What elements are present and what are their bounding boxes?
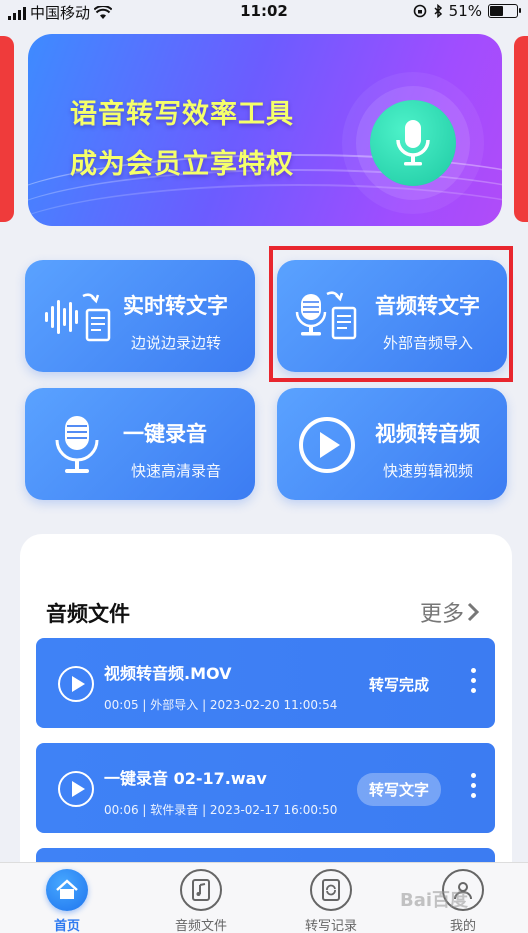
more-link[interactable]: 更多 [420,596,480,628]
status-label: 转写完成 [369,676,430,694]
banner-prev-peek[interactable] [0,36,14,222]
banner-subline: 成为会员立享特权 [70,149,294,180]
transcribe-button[interactable]: 转写文字 [357,773,442,806]
one-click-record-card[interactable]: 一键录音 快速高清录音 [25,388,255,500]
membership-banner[interactable]: 语音转写效率工具 成为会员立享特权 [28,34,502,226]
microphone-icon [370,100,456,186]
file-name: 视频转音频.MOV [104,664,232,683]
home-icon [46,869,88,911]
battery-percent: 51% [448,2,482,20]
play-icon[interactable] [58,666,94,702]
card-title: 实时转文字 [123,294,228,318]
card-subtitle: 边说边录边转 [131,334,222,352]
file-meta: 00:05 | 外部导入 | 2023-02-20 11:00:54 [104,698,338,712]
card-title: 一键录音 [123,422,207,446]
banner-next-peek[interactable] [514,36,528,222]
banner-headline: 语音转写效率工具 [70,99,294,130]
refresh-document-icon [310,869,352,911]
audio-file-icon [180,869,222,911]
more-label: 更多 [419,602,464,627]
play-icon[interactable] [58,771,94,807]
card-title: 音频转文字 [375,294,480,318]
card-subtitle: 快速剪辑视频 [383,462,474,480]
list-item[interactable]: 一键录音 02-17.wav 00:06 | 软件录音 | 2023-02-17… [36,743,495,833]
file-meta: 00:06 | 软件录音 | 2023-02-17 16:00:50 [104,803,338,817]
list-item[interactable]: 视频转音频.MOV 00:05 | 外部导入 | 2023-02-20 11:0… [36,638,495,728]
realtime-transcribe-card[interactable]: 实时转文字 边说边录边转 [25,260,255,372]
tab-label: 转写记录 [304,919,357,933]
more-options-icon[interactable] [471,668,477,693]
battery-icon [488,4,521,18]
tab-label: 首页 [53,919,80,933]
mic-document-icon [295,291,357,340]
tab-home[interactable]: 首页 [22,869,112,933]
play-circle-icon [299,417,355,473]
section-title: 音频文件 [46,602,130,626]
card-title: 视频转音频 [375,422,480,446]
card-subtitle: 快速高清录音 [131,462,222,480]
more-options-icon[interactable] [471,773,477,798]
video-to-audio-card[interactable]: 视频转音频 快速剪辑视频 [277,388,507,500]
tab-label: 音频文件 [174,919,227,933]
file-name: 一键录音 02-17.wav [104,769,267,788]
card-subtitle: 外部音频导入 [383,334,474,352]
tab-audio-files[interactable]: 音频文件 [156,869,246,933]
rotation-lock-icon [413,4,426,18]
audio-to-text-card[interactable]: 音频转文字 外部音频导入 [277,260,507,372]
tab-label: 我的 [449,919,476,933]
chevron-right-icon [467,602,480,622]
status-bar: 中国移动 11:02 51% [0,0,528,24]
microphone-icon [55,416,99,473]
waveform-document-icon [45,293,111,342]
tab-transcript-records[interactable]: 转写记录 [286,869,376,933]
bluetooth-icon [434,4,442,18]
watermark: Bai百度 [400,890,469,911]
